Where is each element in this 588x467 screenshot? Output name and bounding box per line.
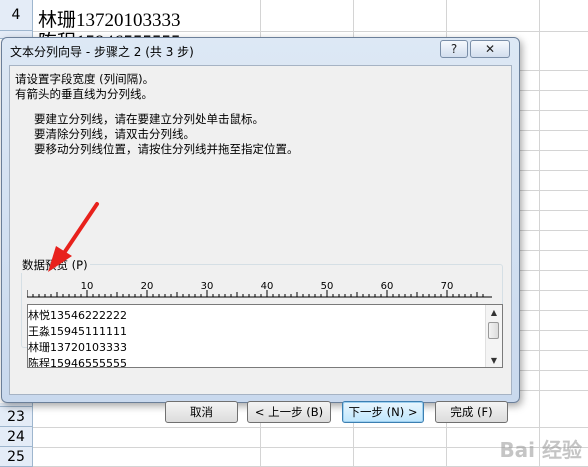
help-icon: ? <box>450 42 458 56</box>
column-ruler[interactable]: 10 20 30 40 50 60 70 <box>27 280 492 298</box>
grid-line <box>520 390 588 391</box>
row-header-24[interactable]: 24 <box>0 427 33 447</box>
scroll-up-icon[interactable]: ▲ <box>486 305 502 319</box>
grid-line <box>520 210 588 211</box>
cell-a4[interactable]: 林珊13720103333 <box>38 5 181 32</box>
back-button[interactable]: < 上一步 (B) <box>247 401 331 423</box>
grid-line <box>520 370 588 371</box>
text-to-columns-dialog: 文本分列向导 - 步骤之 2 (共 3 步) ? ✕ 请设置字段宽度 (列间隔)… <box>1 37 520 423</box>
grid-line <box>520 270 588 271</box>
grid-line <box>520 110 588 111</box>
finish-button[interactable]: 完成 (F) <box>435 401 508 423</box>
instruction-1: 要建立分列线，请在要建立分列处单击鼠标。 <box>34 112 264 126</box>
grid-line <box>520 90 588 91</box>
ruler-label: 10 <box>81 281 94 292</box>
preview-row: 林珊13720103333 <box>28 341 127 354</box>
grid-line <box>33 427 588 428</box>
close-icon: ✕ <box>484 42 496 56</box>
scroll-thumb[interactable] <box>488 322 499 339</box>
grid-line <box>520 170 588 171</box>
row-header-4[interactable]: 4 <box>0 0 33 31</box>
ruler-labels: 10 20 30 40 50 60 70 <box>81 281 454 292</box>
ruler-label: 20 <box>141 281 154 292</box>
dialog-title: 文本分列向导 - 步骤之 2 (共 3 步) <box>10 45 194 59</box>
grid-line <box>520 230 588 231</box>
grid-line <box>520 190 588 191</box>
grid-line <box>520 290 588 291</box>
dialog-content: 请设置字段宽度 (列间隔)。 有箭头的垂直线为分列线。 要建立分列线，请在要建立… <box>9 65 512 423</box>
grid-line <box>520 250 588 251</box>
ruler-label: 60 <box>381 281 394 292</box>
scroll-down-icon[interactable]: ▼ <box>486 353 502 367</box>
ruler-label: 40 <box>261 281 274 292</box>
instruction-2: 要清除分列线，请双击分列线。 <box>34 127 195 141</box>
grid-line <box>520 330 588 331</box>
grid-line <box>520 350 588 351</box>
preview-scrollbar[interactable]: ▲ ▼ <box>485 305 502 367</box>
preview-row: 陈程15946555555 <box>28 357 127 368</box>
next-button[interactable]: 下一步 (N) > <box>342 401 424 423</box>
intro-line-2: 有箭头的垂直线为分列线。 <box>15 87 153 101</box>
data-preview-box[interactable]: 林悦13546222222 王淼15945111111 林珊1372010333… <box>27 304 503 368</box>
row-header-23[interactable]: 23 <box>0 407 33 427</box>
row-header-25[interactable]: 25 <box>0 447 33 467</box>
preview-label: 数据预览 (P) <box>20 257 90 273</box>
ruler-ticks <box>27 290 484 297</box>
intro-line-1: 请设置字段宽度 (列间隔)。 <box>15 72 155 86</box>
ruler-label: 70 <box>441 281 454 292</box>
grid-line <box>520 70 588 71</box>
ruler-label: 50 <box>321 281 334 292</box>
instruction-3: 要移动分列线位置，请按住分列线并拖至指定位置。 <box>34 142 299 156</box>
grid-line <box>520 310 588 311</box>
dialog-titlebar[interactable]: 文本分列向导 - 步骤之 2 (共 3 步) ? ✕ <box>2 38 519 64</box>
help-button[interactable]: ? <box>440 40 468 58</box>
close-button[interactable]: ✕ <box>470 40 510 58</box>
grid-line <box>520 150 588 151</box>
grid-line <box>520 130 588 131</box>
cancel-button[interactable]: 取消 <box>165 401 238 423</box>
ruler-label: 30 <box>201 281 214 292</box>
baidu-watermark: Bai 经验 <box>499 438 582 462</box>
preview-row: 林悦13546222222 <box>28 309 127 322</box>
preview-row: 王淼15945111111 <box>28 325 127 338</box>
